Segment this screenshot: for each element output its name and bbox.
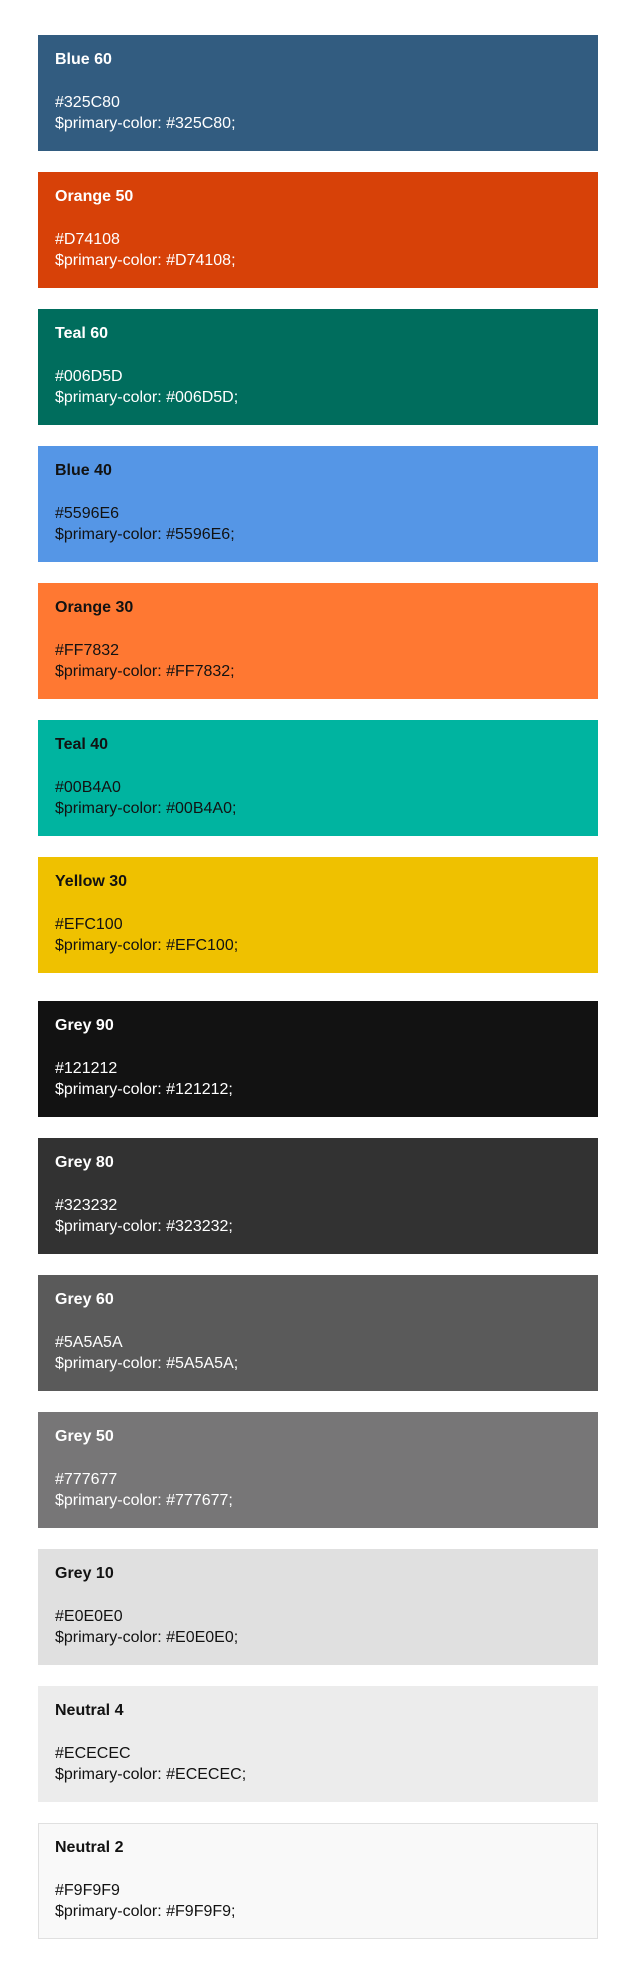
swatch-hex-code: #E0E0E0	[55, 1608, 123, 1625]
color-swatch: Yellow 30 #EFC100 $primary-color: #EFC100;	[38, 857, 598, 973]
swatch-scss-variable: $primary-color: #EFC100;	[55, 937, 239, 954]
swatch-scss-variable: $primary-color: #D74108;	[55, 252, 236, 269]
swatch-name: Teal 60	[55, 325, 109, 342]
swatch-scss-variable: $primary-color: #FF7832;	[55, 663, 235, 680]
color-swatch: Grey 80 #323232 $primary-color: #323232;	[38, 1138, 598, 1254]
swatch-name: Blue 40	[55, 462, 112, 479]
color-swatch: Blue 40 #5596E6 $primary-color: #5596E6;	[38, 446, 598, 562]
color-swatch: Grey 50 #777677 $primary-color: #777677;	[38, 1412, 598, 1528]
color-palette: Blue 60 #325C80 $primary-color: #325C80; Or…	[0, 0, 640, 1982]
swatch-scss-variable: $primary-color: #323232;	[55, 1218, 233, 1235]
color-swatch: Grey 60 #5A5A5A $primary-color: #5A5A5A;	[38, 1275, 598, 1391]
swatch-name: Grey 90	[55, 1017, 114, 1034]
swatch-scss-variable: $primary-color: #5A5A5A;	[55, 1355, 239, 1372]
color-swatch: Blue 60 #325C80 $primary-color: #325C80;	[38, 35, 598, 151]
swatch-name: Neutral 4	[55, 1702, 124, 1719]
swatch-hex-code: #00B4A0	[55, 779, 121, 796]
swatch-hex-code: #FF7832	[55, 642, 120, 659]
color-swatch: Teal 60 #006D5D $primary-color: #006D5D;	[38, 309, 598, 425]
swatch-hex-code: #F9F9F9	[55, 1882, 120, 1899]
swatch-name: Orange 30	[55, 599, 134, 616]
swatch-scss-variable: $primary-color: #006D5D;	[55, 389, 239, 406]
swatch-hex-code: #325C80	[55, 94, 120, 111]
swatch-hex-code: #ECECEC	[55, 1745, 131, 1762]
swatch-name: Grey 50	[55, 1428, 114, 1445]
swatch-name: Grey 80	[55, 1154, 114, 1171]
swatch-hex-code: #006D5D	[55, 368, 123, 385]
swatch-scss-variable: $primary-color: #5596E6;	[55, 526, 235, 543]
swatch-hex-code: #5A5A5A	[55, 1334, 123, 1351]
color-swatch: Grey 10 #E0E0E0 $primary-color: #E0E0E0;	[38, 1549, 598, 1665]
swatch-scss-variable: $primary-color: #777677;	[55, 1492, 233, 1509]
swatch-scss-variable: $primary-color: #F9F9F9;	[55, 1903, 236, 1920]
color-swatch: Neutral 4 #ECECEC $primary-color: #ECECEC;	[38, 1686, 598, 1802]
swatch-name: Teal 40	[55, 736, 109, 753]
swatch-name: Yellow 30	[55, 873, 128, 890]
color-swatch: Neutral 2 #F9F9F9 $primary-color: #F9F9F9;	[38, 1823, 598, 1939]
swatch-name: Orange 50	[55, 188, 134, 205]
swatch-scss-variable: $primary-color: #121212;	[55, 1081, 233, 1098]
color-swatch: Teal 40 #00B4A0 $primary-color: #00B4A0;	[38, 720, 598, 836]
swatch-scss-variable: $primary-color: #E0E0E0;	[55, 1629, 239, 1646]
color-swatch: Orange 30 #FF7832 $primary-color: #FF7832;	[38, 583, 598, 699]
swatch-name: Grey 60	[55, 1291, 114, 1308]
swatch-hex-code: #777677	[55, 1471, 118, 1488]
swatch-name: Neutral 2	[55, 1839, 124, 1856]
swatch-name: Blue 60	[55, 51, 112, 68]
swatch-hex-code: #323232	[55, 1197, 118, 1214]
swatch-name: Grey 10	[55, 1565, 114, 1582]
swatch-hex-code: #121212	[55, 1060, 118, 1077]
swatch-hex-code: #D74108	[55, 231, 120, 248]
swatch-hex-code: #EFC100	[55, 916, 123, 933]
swatch-scss-variable: $primary-color: #ECECEC;	[55, 1766, 247, 1783]
color-swatch: Grey 90 #121212 $primary-color: #121212;	[38, 1001, 598, 1117]
swatch-scss-variable: $primary-color: #325C80;	[55, 115, 236, 132]
swatch-scss-variable: $primary-color: #00B4A0;	[55, 800, 237, 817]
color-swatch: Orange 50 #D74108 $primary-color: #D74108;	[38, 172, 598, 288]
swatch-hex-code: #5596E6	[55, 505, 120, 522]
